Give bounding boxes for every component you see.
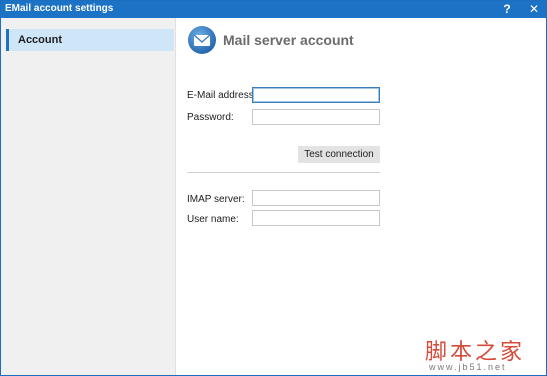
password-field[interactable] bbox=[252, 109, 380, 125]
help-button[interactable]: ? bbox=[495, 1, 519, 18]
user-name-label: User name: bbox=[187, 214, 239, 225]
divider bbox=[187, 172, 380, 173]
imap-server-field[interactable] bbox=[252, 190, 380, 206]
email-label: E-Mail address: bbox=[187, 90, 257, 101]
watermark-url: www.jb51.net bbox=[429, 362, 507, 372]
password-label: Password: bbox=[187, 112, 234, 123]
page-title: Mail server account bbox=[223, 32, 354, 48]
close-button[interactable]: ✕ bbox=[522, 1, 546, 18]
sidebar-item-account[interactable]: Account bbox=[6, 29, 174, 51]
user-name-field[interactable] bbox=[252, 210, 380, 226]
window-title: EMail account settings bbox=[5, 3, 114, 14]
sidebar-item-label: Account bbox=[18, 34, 62, 46]
title-bar[interactable]: EMail account settings ? ✕ bbox=[1, 1, 546, 18]
sidebar: Account bbox=[1, 18, 176, 375]
imap-server-label: IMAP server: bbox=[187, 194, 245, 205]
email-field[interactable] bbox=[252, 87, 380, 103]
settings-window: EMail account settings ? ✕ Account Mail … bbox=[0, 0, 547, 376]
mail-envelope-icon bbox=[188, 26, 216, 54]
test-connection-button[interactable]: Test connection bbox=[298, 146, 380, 163]
